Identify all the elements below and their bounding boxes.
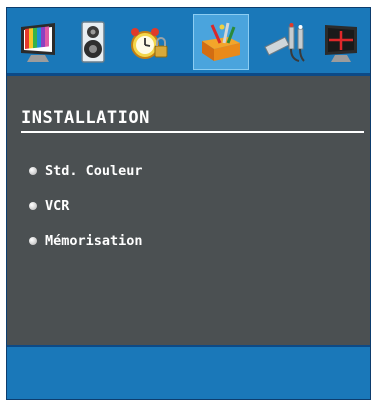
installation-panel: INSTALLATION Std. Couleur VCR Mémorisati… [7,76,370,346]
timer-lock-icon[interactable] [124,16,174,68]
menu-item-label: Mémorisation [45,233,143,249]
menu-item-vcr[interactable]: VCR [29,195,279,217]
installation-toolbox-icon[interactable] [193,14,249,70]
bullet-icon [29,202,37,210]
menu-item-label: VCR [45,198,70,214]
bullet-icon [29,167,37,175]
panel-title: INSTALLATION [21,108,150,128]
menu-toolbar [7,8,370,76]
bullet-icon [29,237,37,245]
menu-item-std-couleur[interactable]: Std. Couleur [29,160,279,182]
footer-bar [7,345,370,399]
title-underline [21,131,364,133]
menu-item-memorisation[interactable]: Mémorisation [29,230,279,252]
source-cable-icon[interactable] [261,16,311,68]
menu-item-label: Std. Couleur [45,163,143,179]
sound-icon[interactable] [68,16,118,68]
picture-icon[interactable] [13,16,63,68]
osd-menu-window: INSTALLATION Std. Couleur VCR Mémorisati… [6,7,371,400]
pc-display-icon[interactable] [315,16,365,68]
